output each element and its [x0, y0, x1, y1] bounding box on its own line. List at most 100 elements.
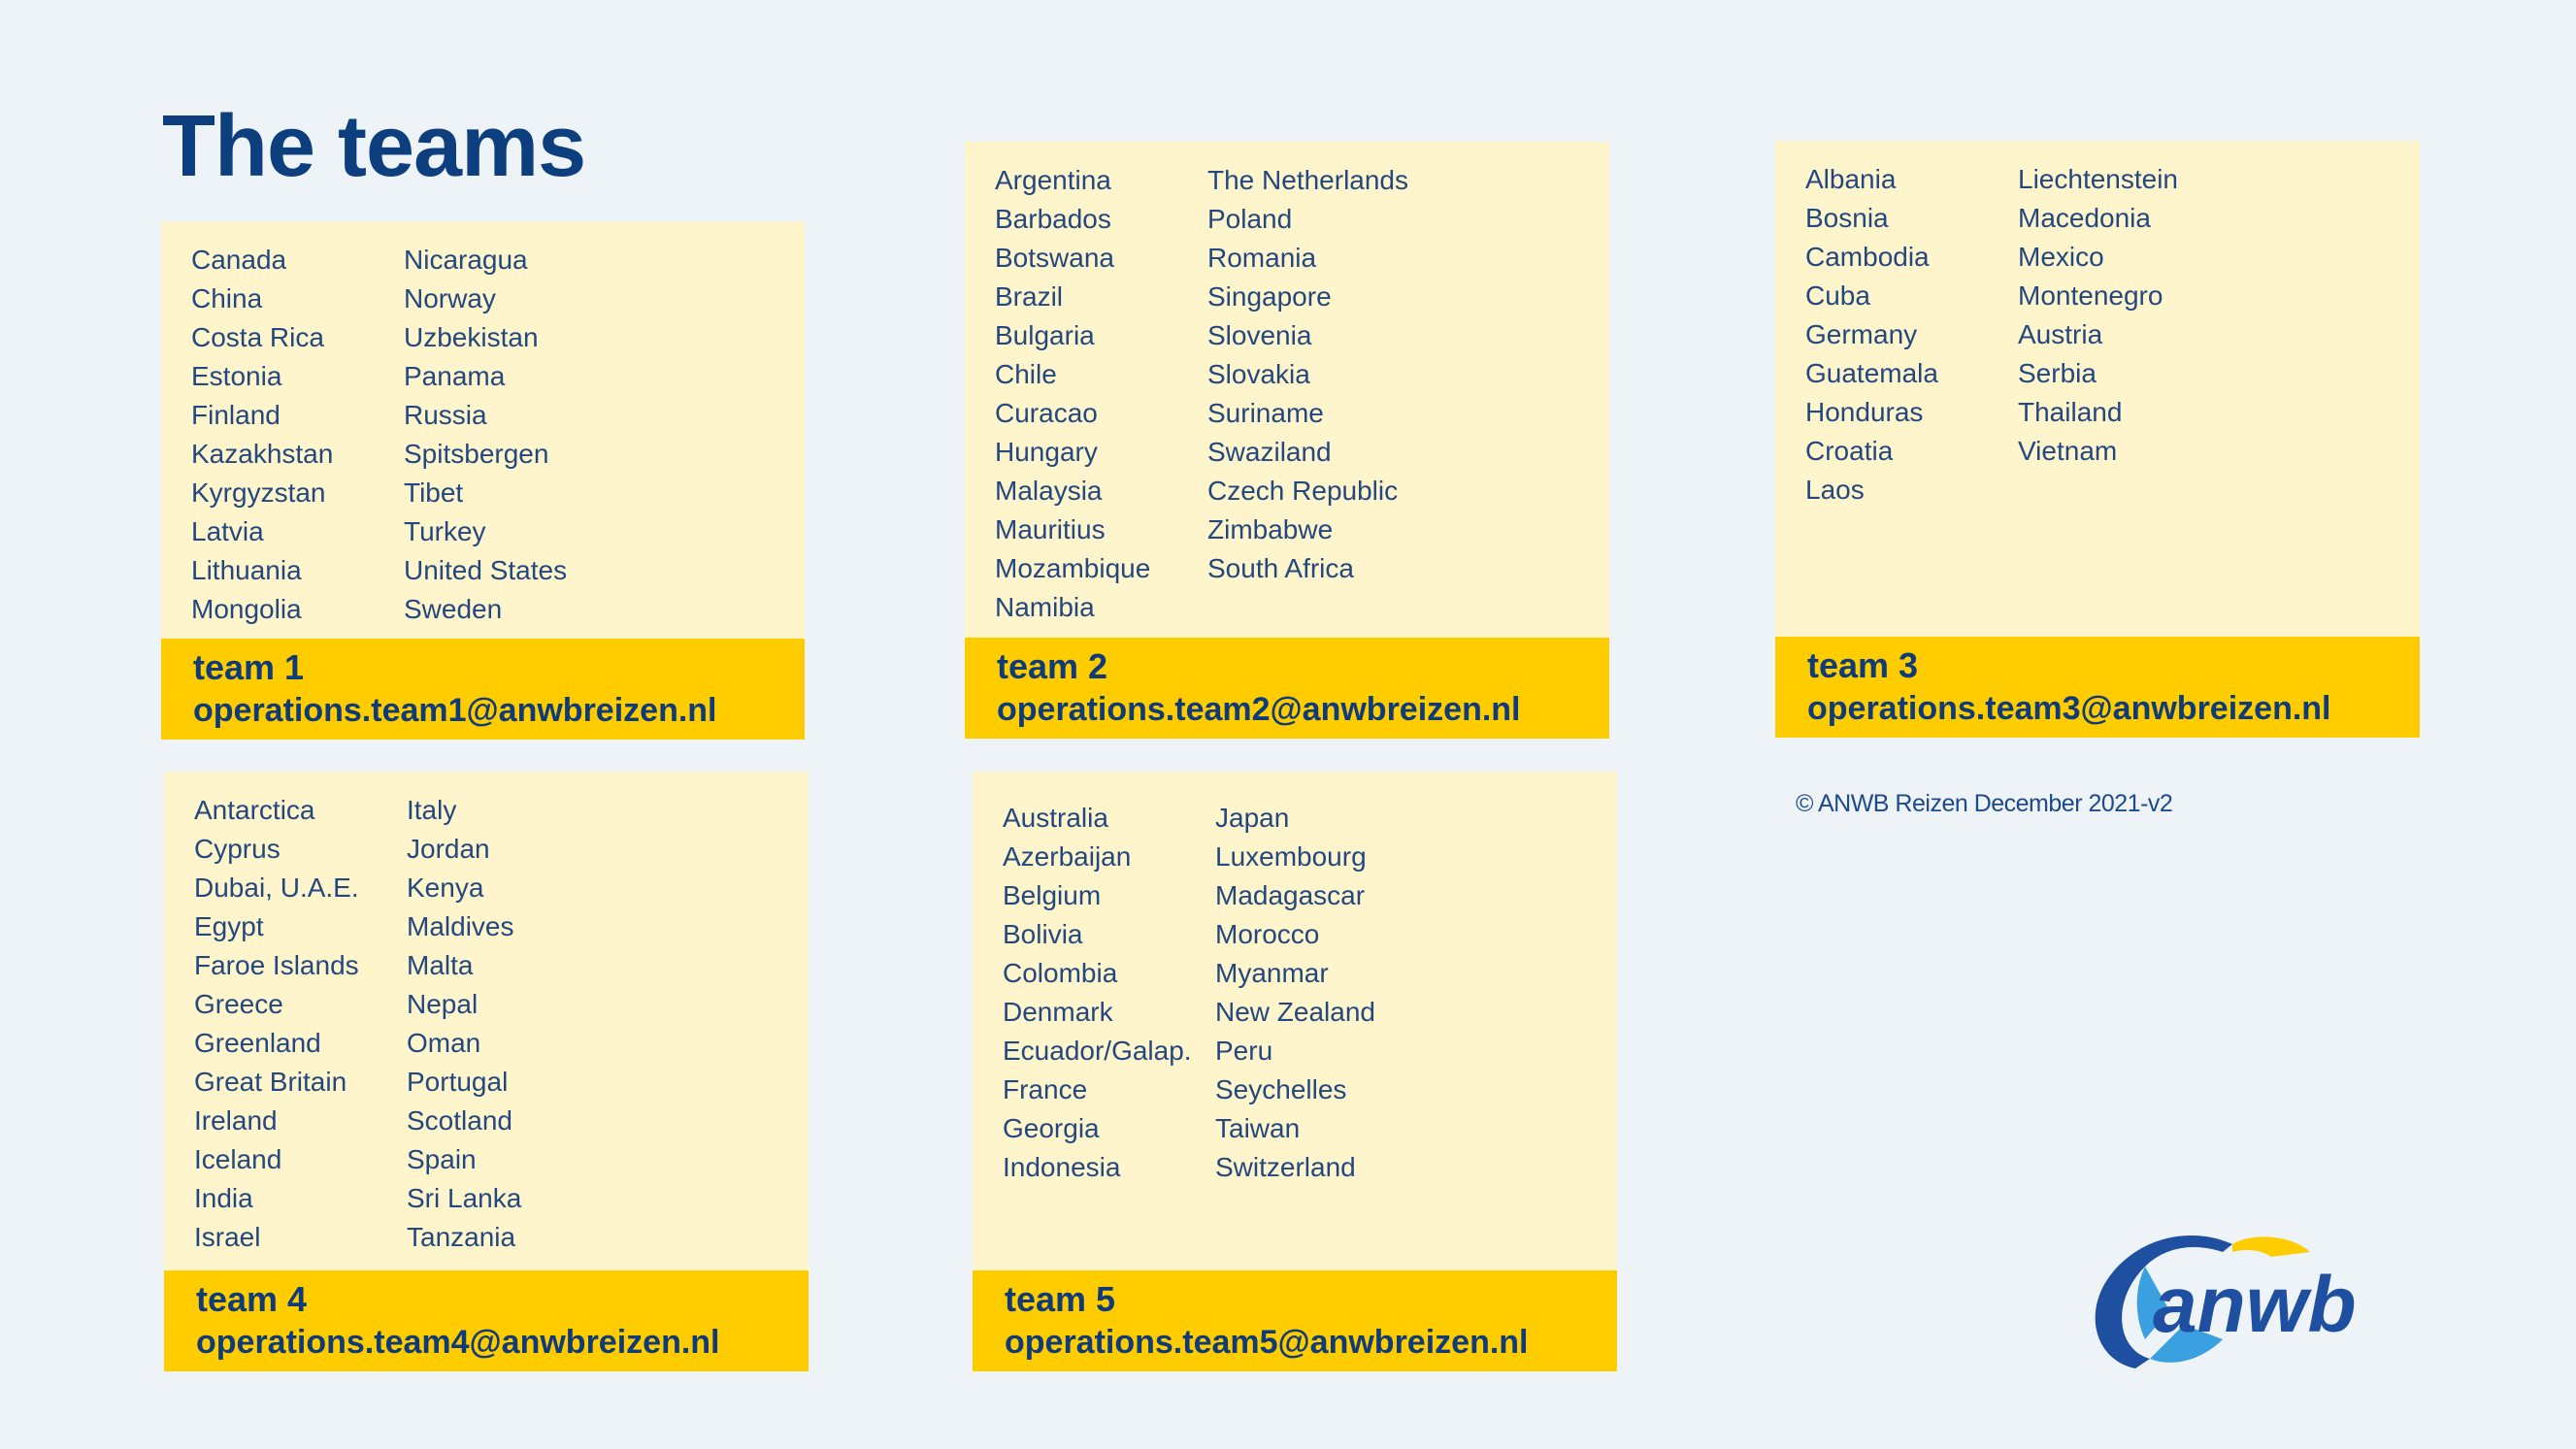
- country-item: Colombia: [1003, 958, 1118, 988]
- anwb-logo-svg: anwb: [2095, 1235, 2357, 1368]
- country-item: Brazil: [995, 281, 1064, 312]
- country-item: Bosnia: [1805, 203, 1889, 233]
- country-item: Swaziland: [1207, 437, 1332, 467]
- country-item: Italy: [407, 795, 457, 825]
- country-item: Switzerland: [1215, 1152, 1356, 1182]
- country-item: Albania: [1805, 164, 1897, 194]
- team-1-countries-col2: Nicaragua Norway Uzbekistan Panama Russia Spi…: [404, 241, 616, 629]
- country-item: Malta: [407, 950, 474, 980]
- country-item: Malaysia: [995, 476, 1103, 506]
- country-item: Barbados: [995, 204, 1111, 234]
- team-4-contact-band: team 4 operations.team4@anwbreizen.nl: [164, 1270, 809, 1371]
- country-item: Austria: [2018, 319, 2103, 349]
- copyright-notice: © ANWB Reizen December 2021-v2: [1796, 790, 2173, 817]
- country-item: Uzbekistan: [404, 322, 539, 352]
- country-item: Romania: [1207, 243, 1317, 273]
- team-3-contact-band: team 3 operations.team3@anwbreizen.nl: [1775, 637, 2420, 738]
- country-item: Zimbabwe: [1207, 514, 1334, 544]
- country-item: Portugal: [407, 1067, 509, 1097]
- country-item: Denmark: [1003, 997, 1113, 1027]
- country-item: Taiwan: [1215, 1113, 1301, 1143]
- country-item: Spitsbergen: [404, 439, 549, 469]
- country-item: Mauritius: [995, 514, 1106, 544]
- country-item: Nepal: [407, 989, 479, 1019]
- country-item: Lithuania: [191, 555, 302, 585]
- country-item: Poland: [1207, 204, 1293, 234]
- country-item: Maldives: [407, 911, 514, 941]
- country-item: Macedonia: [2018, 203, 2151, 233]
- team-1-countries-col1: Canada China Costa Rica Estonia Finland Kazak…: [191, 241, 404, 629]
- country-item: Finland: [191, 400, 281, 430]
- team-2-card: Argentina Barbados Botswana Brazil Bulgaria C…: [965, 142, 1609, 739]
- country-item: Japan: [1215, 803, 1290, 833]
- team-3-countries-col1: Albania Bosnia Cambodia Cuba Germany Guatemal…: [1805, 160, 2018, 510]
- country-item: Honduras: [1805, 397, 1924, 427]
- country-item: Cuba: [1805, 280, 1870, 311]
- anwb-logo-icon: anwb: [2077, 1223, 2378, 1378]
- team-4-card: Antarctica Cyprus Dubai, U.A.E. Egypt Faroe …: [164, 772, 809, 1371]
- country-item: Jordan: [407, 834, 490, 864]
- country-item: Egypt: [194, 911, 264, 941]
- country-item: Scotland: [407, 1105, 512, 1136]
- team-4-email-link[interactable]: operations.team4@anwbreizen.nl: [196, 1321, 809, 1364]
- country-item: Sweden: [404, 594, 503, 624]
- team-5-card: Australia Azerbaijan Belgium Bolivia Colombi…: [973, 772, 1617, 1371]
- country-item: France: [1003, 1074, 1088, 1104]
- country-item: Hungary: [995, 437, 1098, 467]
- country-item: Laos: [1805, 475, 1865, 505]
- country-item: Sri Lanka: [407, 1183, 522, 1213]
- team-3-countries-col2: Liechtenstein Macedonia Mexico Montenegro Au…: [2018, 160, 2230, 510]
- team-1-contact-band: team 1 operations.team1@anwbreizen.nl: [161, 639, 805, 740]
- country-item: India: [194, 1183, 253, 1213]
- page-title: The teams: [162, 98, 586, 195]
- team-3-name: team 3: [1807, 645, 1919, 685]
- team-3-email-link[interactable]: operations.team3@anwbreizen.nl: [1807, 687, 2420, 730]
- team-1-name: team 1: [193, 647, 305, 687]
- team-1-email-link[interactable]: operations.team1@anwbreizen.nl: [193, 689, 805, 732]
- country-item: Nicaragua: [404, 245, 528, 275]
- country-item: Curacao: [995, 398, 1098, 428]
- country-item: Tanzania: [407, 1222, 516, 1252]
- logo-text: anwb: [2153, 1261, 2357, 1349]
- team-5-contact-band: team 5 operations.team5@anwbreizen.nl: [973, 1270, 1617, 1371]
- country-item: Norway: [404, 283, 496, 313]
- team-5-countries-col2: Japan Luxembourg Madagascar Morocco Myanmar N…: [1215, 799, 1428, 1187]
- country-item: Seychelles: [1215, 1074, 1347, 1104]
- team-2-countries-col2: The Netherlands Poland Romania Singapore Slo…: [1207, 161, 1420, 627]
- country-item: The Netherlands: [1207, 165, 1409, 195]
- country-item: Russia: [404, 400, 487, 430]
- country-item: Latvia: [191, 516, 264, 546]
- team-2-email-link[interactable]: operations.team2@anwbreizen.nl: [997, 688, 1609, 731]
- country-item: Costa Rica: [191, 322, 324, 352]
- country-item: Spain: [407, 1144, 477, 1174]
- team-5-email-link[interactable]: operations.team5@anwbreizen.nl: [1005, 1321, 1617, 1364]
- country-item: Panama: [404, 361, 506, 391]
- team-2-name: team 2: [997, 646, 1108, 686]
- country-item: Thailand: [2018, 397, 2123, 427]
- team-4-name: team 4: [196, 1279, 308, 1319]
- country-item: Slovenia: [1207, 320, 1312, 350]
- team-2-countries-col1: Argentina Barbados Botswana Brazil Bulgaria C…: [995, 161, 1207, 627]
- team-5-name: team 5: [1005, 1279, 1116, 1319]
- country-item: Turkey: [404, 516, 486, 546]
- country-item: Belgium: [1003, 880, 1102, 910]
- country-item: Georgia: [1003, 1113, 1100, 1143]
- country-item: United States: [404, 555, 568, 585]
- country-item: China: [191, 283, 263, 313]
- country-item: New Zealand: [1215, 997, 1375, 1027]
- country-item: Mongolia: [191, 594, 302, 624]
- country-item: Namibia: [995, 592, 1095, 622]
- country-item: Germany: [1805, 319, 1918, 349]
- country-item: Antarctica: [194, 795, 315, 825]
- country-item: Croatia: [1805, 436, 1894, 466]
- country-item: Oman: [407, 1028, 481, 1058]
- country-item: Czech Republic: [1207, 476, 1399, 506]
- country-item: Tibet: [404, 478, 464, 508]
- country-item: Bulgaria: [995, 320, 1095, 350]
- country-item: Ecuador/Galap.: [1003, 1036, 1192, 1066]
- team-3-card: Albania Bosnia Cambodia Cuba Germany Guatemal…: [1775, 141, 2420, 738]
- country-item: Kenya: [407, 873, 484, 903]
- country-item: Morocco: [1215, 919, 1320, 949]
- team-2-contact-band: team 2 operations.team2@anwbreizen.nl: [965, 638, 1609, 739]
- country-item: Mozambique: [995, 553, 1151, 583]
